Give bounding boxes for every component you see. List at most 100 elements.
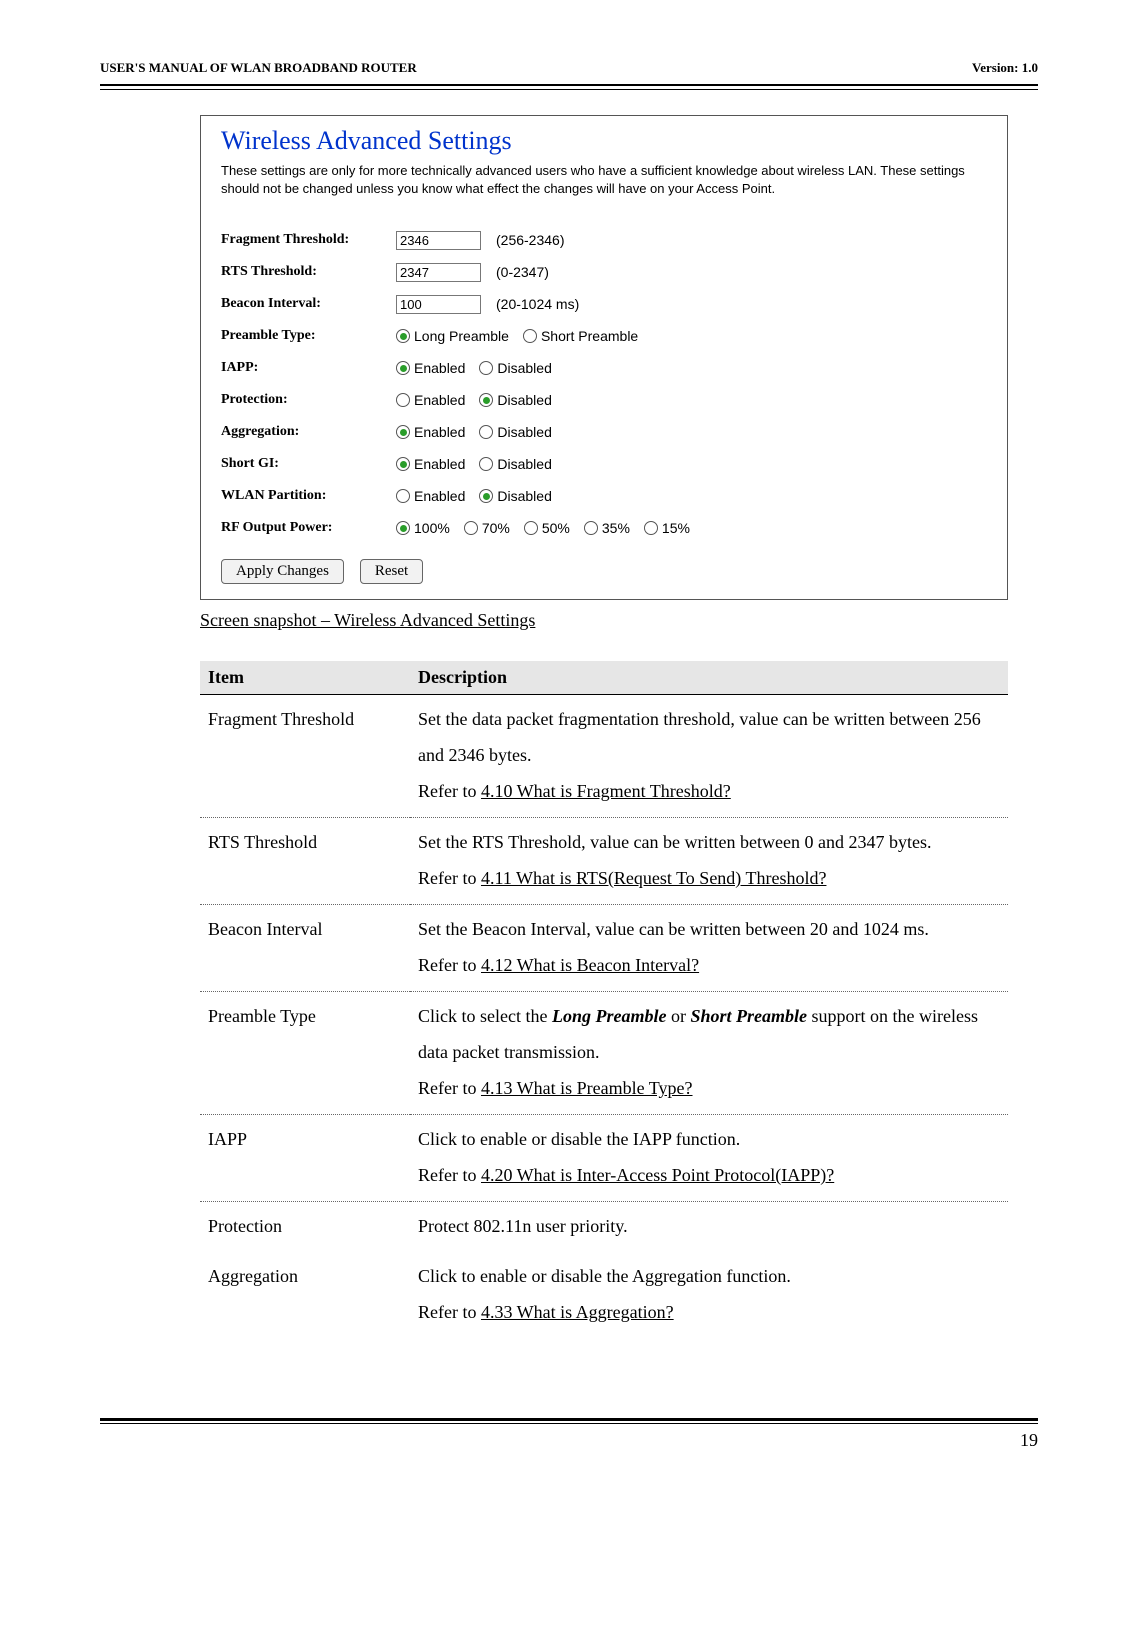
refer-link: 4.11 What is RTS(Request To Send) Thresh… — [481, 868, 826, 888]
refer-link: 4.33 What is Aggregation? — [481, 1302, 674, 1322]
radio-icon — [523, 329, 537, 343]
item-name: Aggregation — [200, 1252, 410, 1338]
rf-100-radio[interactable]: 100% — [396, 520, 450, 536]
wlanpart-row: WLAN Partition: Enabled Disabled — [221, 483, 987, 509]
item-name: Fragment Threshold — [200, 695, 410, 818]
page-header: USER'S MANUAL OF WLAN BROADBAND ROUTER V… — [100, 60, 1038, 84]
panel-description: These settings are only for more technic… — [221, 162, 987, 197]
iapp-enabled-radio[interactable]: Enabled — [396, 360, 465, 376]
table-row: Preamble Type Click to select the Long P… — [200, 992, 1008, 1115]
rts-row: RTS Threshold: (0-2347) — [221, 259, 987, 285]
aggregation-enabled-radio[interactable]: Enabled — [396, 424, 465, 440]
rts-label: RTS Threshold: — [221, 264, 396, 280]
panel-title: Wireless Advanced Settings — [221, 126, 987, 156]
item-desc: Click to select the Long Preamble or Sho… — [410, 992, 1008, 1115]
aggregation-disabled-radio[interactable]: Disabled — [479, 424, 551, 440]
shortgi-enabled-radio[interactable]: Enabled — [396, 456, 465, 472]
rfout-label: RF Output Power: — [221, 520, 396, 536]
beacon-label: Beacon Interval: — [221, 296, 396, 312]
page-number: 19 — [100, 1430, 1038, 1451]
item-name: IAPP — [200, 1115, 410, 1202]
item-desc: Set the Beacon Interval, value can be wr… — [410, 905, 1008, 992]
fragment-label: Fragment Threshold: — [221, 232, 396, 248]
refer-link: 4.10 What is Fragment Threshold? — [481, 781, 731, 801]
protection-disabled-radio[interactable]: Disabled — [479, 392, 551, 408]
wlanpart-disabled-radio[interactable]: Disabled — [479, 488, 551, 504]
rf-35-radio[interactable]: 35% — [584, 520, 630, 536]
item-desc: Protect 802.11n user priority. — [410, 1202, 1008, 1253]
shortgi-row: Short GI: Enabled Disabled — [221, 451, 987, 477]
button-row: Apply Changes Reset — [221, 559, 987, 584]
radio-icon — [396, 489, 410, 503]
fragment-row: Fragment Threshold: (256-2346) — [221, 227, 987, 253]
iapp-label: IAPP: — [221, 360, 396, 376]
beacon-input[interactable] — [396, 295, 481, 314]
item-name: RTS Threshold — [200, 818, 410, 905]
shortgi-disabled-radio[interactable]: Disabled — [479, 456, 551, 472]
radio-icon — [396, 425, 410, 439]
rf-70-radio[interactable]: 70% — [464, 520, 510, 536]
radio-icon — [396, 521, 410, 535]
wlanpart-enabled-radio[interactable]: Enabled — [396, 488, 465, 504]
radio-icon — [396, 329, 410, 343]
radio-icon — [479, 361, 493, 375]
item-desc: Click to enable or disable the IAPP func… — [410, 1115, 1008, 1202]
rts-input[interactable] — [396, 263, 481, 282]
preamble-long-radio[interactable]: Long Preamble — [396, 328, 509, 344]
aggregation-label: Aggregation: — [221, 424, 396, 440]
protection-enabled-radio[interactable]: Enabled — [396, 392, 465, 408]
rts-range: (0-2347) — [496, 264, 549, 280]
fragment-input[interactable] — [396, 231, 481, 250]
description-table: Item Description Fragment Threshold Set … — [200, 661, 1008, 1338]
header-right: Version: 1.0 — [972, 60, 1038, 76]
beacon-range: (20-1024 ms) — [496, 296, 579, 312]
fragment-range: (256-2346) — [496, 232, 565, 248]
radio-icon — [396, 361, 410, 375]
item-name: Protection — [200, 1202, 410, 1253]
settings-panel: Wireless Advanced Settings These setting… — [200, 115, 1008, 600]
radio-icon — [479, 393, 493, 407]
rf-50-radio[interactable]: 50% — [524, 520, 570, 536]
preamble-short-radio[interactable]: Short Preamble — [523, 328, 638, 344]
beacon-row: Beacon Interval: (20-1024 ms) — [221, 291, 987, 317]
table-row: RTS Threshold Set the RTS Threshold, val… — [200, 818, 1008, 905]
iapp-row: IAPP: Enabled Disabled — [221, 355, 987, 381]
page-footer: 19 — [100, 1418, 1038, 1451]
apply-button[interactable]: Apply Changes — [221, 559, 344, 584]
header-left: USER'S MANUAL OF WLAN BROADBAND ROUTER — [100, 60, 417, 76]
radio-icon — [584, 521, 598, 535]
refer-link: 4.20 What is Inter-Access Point Protocol… — [481, 1165, 834, 1185]
radio-icon — [479, 457, 493, 471]
item-name: Preamble Type — [200, 992, 410, 1115]
refer-link: 4.12 What is Beacon Interval? — [481, 955, 699, 975]
table-row: Fragment Threshold Set the data packet f… — [200, 695, 1008, 818]
radio-icon — [396, 457, 410, 471]
footer-rule-thin — [100, 1423, 1038, 1424]
footer-rule-thick — [100, 1418, 1038, 1421]
header-rule-thin — [100, 89, 1038, 90]
screenshot-caption: Screen snapshot – Wireless Advanced Sett… — [200, 610, 1008, 631]
table-row: IAPP Click to enable or disable the IAPP… — [200, 1115, 1008, 1202]
shortgi-label: Short GI: — [221, 456, 396, 472]
refer-link: 4.13 What is Preamble Type? — [481, 1078, 693, 1098]
protection-label: Protection: — [221, 392, 396, 408]
iapp-disabled-radio[interactable]: Disabled — [479, 360, 551, 376]
item-desc: Set the RTS Threshold, value can be writ… — [410, 818, 1008, 905]
table-row: Aggregation Click to enable or disable t… — [200, 1252, 1008, 1338]
radio-icon — [644, 521, 658, 535]
radio-icon — [479, 425, 493, 439]
radio-icon — [524, 521, 538, 535]
radio-icon — [479, 489, 493, 503]
protection-row: Protection: Enabled Disabled — [221, 387, 987, 413]
th-desc: Description — [410, 661, 1008, 695]
th-item: Item — [200, 661, 410, 695]
item-desc: Set the data packet fragmentation thresh… — [410, 695, 1008, 818]
wlanpart-label: WLAN Partition: — [221, 488, 396, 504]
aggregation-row: Aggregation: Enabled Disabled — [221, 419, 987, 445]
header-rule-thick — [100, 84, 1038, 86]
radio-icon — [396, 393, 410, 407]
reset-button[interactable]: Reset — [360, 559, 423, 584]
item-desc: Click to enable or disable the Aggregati… — [410, 1252, 1008, 1338]
item-name: Beacon Interval — [200, 905, 410, 992]
rf-15-radio[interactable]: 15% — [644, 520, 690, 536]
